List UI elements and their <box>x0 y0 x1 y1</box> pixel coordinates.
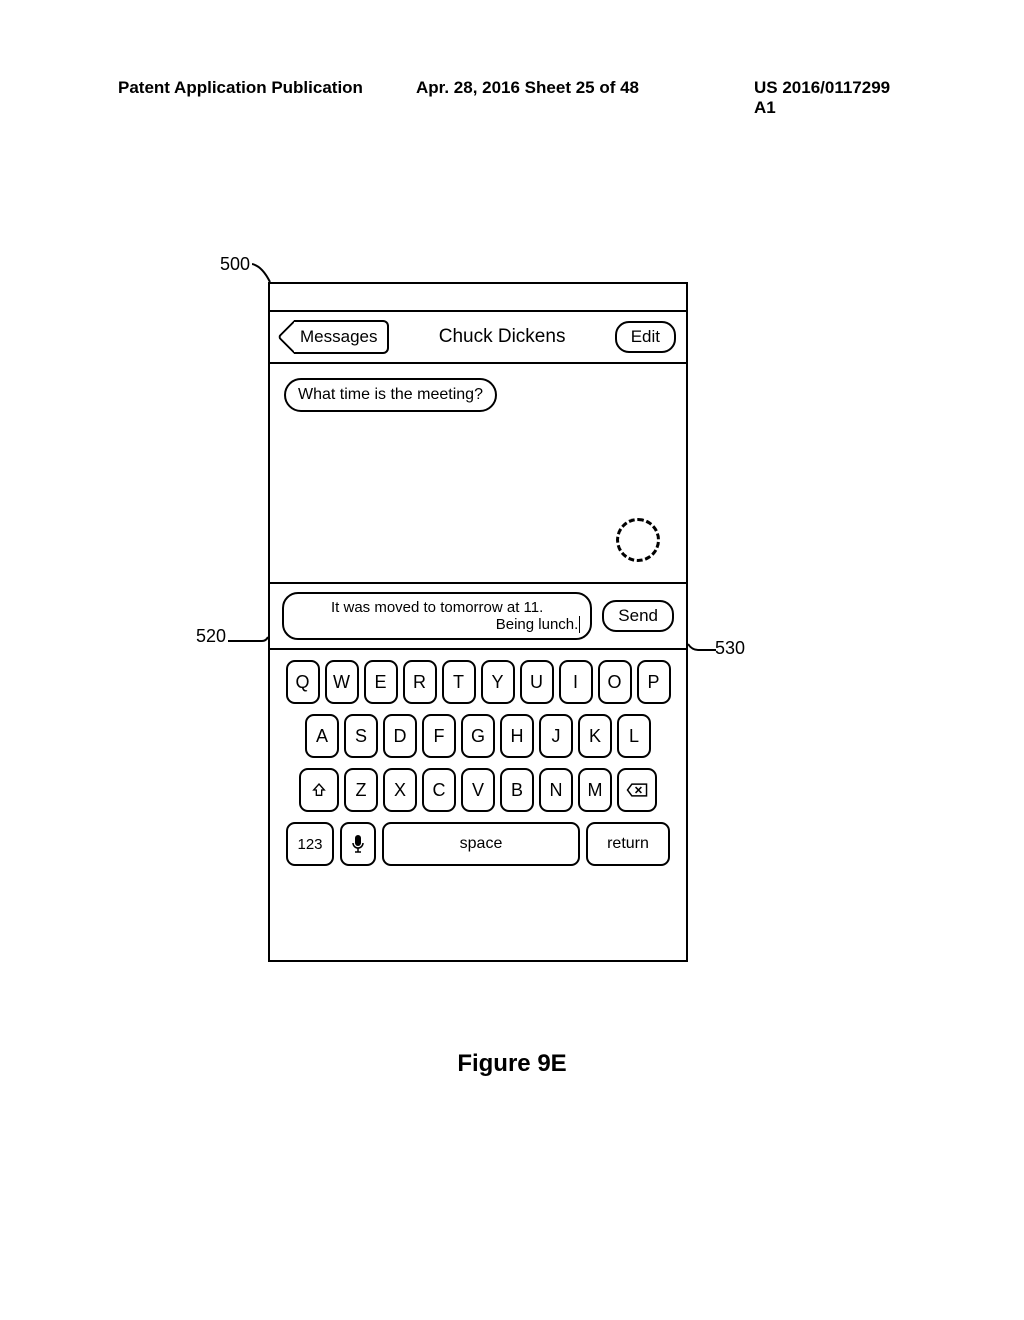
header-right: US 2016/0117299 A1 <box>754 78 904 118</box>
input-line1: It was moved to tomorrow at 11. <box>294 599 580 616</box>
key-row-4: 123 space return <box>278 822 678 866</box>
key-row-2: A S D F G H J K L <box>278 714 678 758</box>
key-m[interactable]: M <box>578 768 612 812</box>
figure-caption: Figure 9E <box>0 1050 1024 1078</box>
key-row-3: Z X C V B N M <box>278 768 678 812</box>
device-frame: Messages Chuck Dickens Edit What time is… <box>268 282 688 962</box>
key-y[interactable]: Y <box>481 660 515 704</box>
key-a[interactable]: A <box>305 714 339 758</box>
key-c[interactable]: C <box>422 768 456 812</box>
key-u[interactable]: U <box>520 660 554 704</box>
key-b[interactable]: B <box>500 768 534 812</box>
key-n[interactable]: N <box>539 768 573 812</box>
key-v[interactable]: V <box>461 768 495 812</box>
key-f[interactable]: F <box>422 714 456 758</box>
delete-key[interactable] <box>617 768 657 812</box>
header-center: Apr. 28, 2016 Sheet 25 of 48 <box>416 78 716 118</box>
key-i[interactable]: I <box>559 660 593 704</box>
conversation-area: What time is the meeting? <box>270 364 686 584</box>
edit-button[interactable]: Edit <box>615 321 676 353</box>
message-text-field[interactable]: It was moved to tomorrow at 11. Being lu… <box>282 592 592 640</box>
shift-key[interactable] <box>299 768 339 812</box>
back-button[interactable]: Messages <box>280 320 389 354</box>
leadline-530 <box>686 640 726 660</box>
key-h[interactable]: H <box>500 714 534 758</box>
key-x[interactable]: X <box>383 768 417 812</box>
key-g[interactable]: G <box>461 714 495 758</box>
ref-500: 500 <box>220 254 250 275</box>
key-r[interactable]: R <box>403 660 437 704</box>
key-d[interactable]: D <box>383 714 417 758</box>
return-key[interactable]: return <box>586 822 670 866</box>
back-label: Messages <box>294 320 389 354</box>
mic-key[interactable] <box>340 822 376 866</box>
key-j[interactable]: J <box>539 714 573 758</box>
key-e[interactable]: E <box>364 660 398 704</box>
key-p[interactable]: P <box>637 660 671 704</box>
send-button[interactable]: Send <box>602 600 674 632</box>
key-z[interactable]: Z <box>344 768 378 812</box>
key-w[interactable]: W <box>325 660 359 704</box>
key-t[interactable]: T <box>442 660 476 704</box>
nav-bar: Messages Chuck Dickens Edit <box>270 312 686 364</box>
backspace-icon <box>626 782 648 798</box>
message-input-row: It was moved to tomorrow at 11. Being lu… <box>270 584 686 650</box>
key-k[interactable]: K <box>578 714 612 758</box>
ref-520: 520 <box>196 626 226 647</box>
incoming-message-bubble: What time is the meeting? <box>284 378 497 412</box>
keyboard: Q W E R T Y U I O P A S D F G H J K L <box>270 650 686 886</box>
key-q[interactable]: Q <box>286 660 320 704</box>
status-bar <box>270 284 686 312</box>
shift-icon <box>311 782 327 798</box>
conversation-title: Chuck Dickens <box>439 326 566 348</box>
key-s[interactable]: S <box>344 714 378 758</box>
touch-indicator <box>616 518 660 562</box>
space-key[interactable]: space <box>382 822 580 866</box>
numbers-key[interactable]: 123 <box>286 822 334 866</box>
key-row-1: Q W E R T Y U I O P <box>278 660 678 704</box>
header-left: Patent Application Publication <box>118 78 378 118</box>
input-line2: Being lunch. <box>294 616 580 633</box>
doc-header: Patent Application Publication Apr. 28, … <box>0 78 1024 118</box>
key-o[interactable]: O <box>598 660 632 704</box>
key-l[interactable]: L <box>617 714 651 758</box>
microphone-icon <box>351 834 365 854</box>
